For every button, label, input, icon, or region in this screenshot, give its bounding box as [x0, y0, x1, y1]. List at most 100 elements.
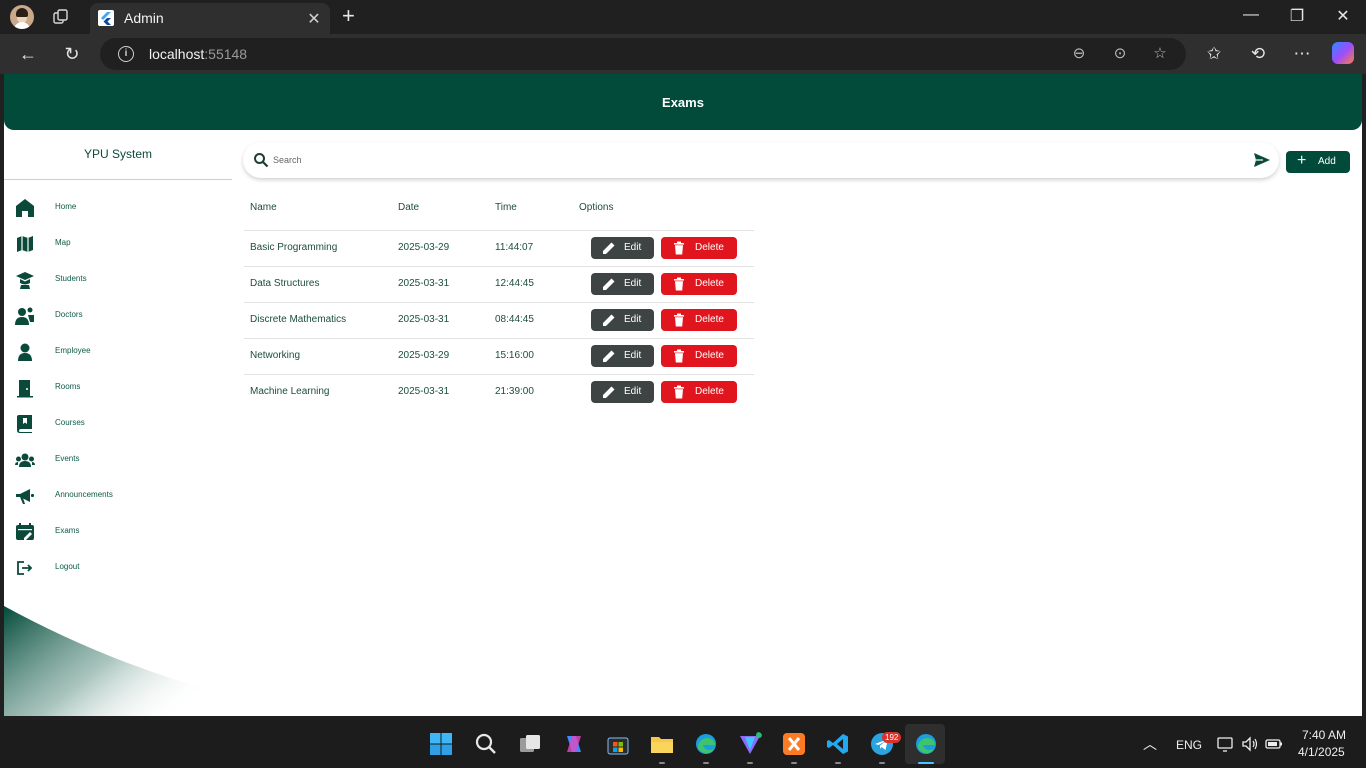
add-button[interactable]: + Add — [1286, 151, 1350, 173]
table-row: Machine Learning 2025-03-31 21:39:00 Edit De… — [244, 374, 754, 410]
xampp-icon[interactable] — [782, 732, 806, 756]
battery-icon[interactable] — [1265, 735, 1283, 753]
refresh-button[interactable]: ↻ — [61, 43, 83, 65]
edit-button-label: Edit — [624, 350, 642, 361]
page-title: Exams — [662, 95, 704, 110]
task-view-icon[interactable] — [518, 732, 542, 756]
flutter-favicon-icon — [98, 10, 114, 26]
pencil-icon — [603, 314, 615, 326]
history-icon[interactable]: ⟲ — [1247, 43, 1269, 65]
sidebar-item-employee[interactable]: Employee — [4, 334, 232, 370]
column-header-date: Date — [398, 202, 420, 213]
table-header: Name Date Time Options — [244, 190, 754, 230]
restore-button[interactable]: ❐ — [1282, 6, 1312, 26]
minimize-button[interactable]: — — [1236, 6, 1266, 24]
start-icon[interactable] — [429, 732, 453, 756]
plus-icon: + — [1297, 152, 1307, 169]
edit-button[interactable]: Edit — [591, 309, 654, 331]
search-taskbar-icon[interactable] — [474, 732, 498, 756]
sidebar-item-rooms[interactable]: Rooms — [4, 370, 232, 406]
search-bar — [243, 142, 1279, 178]
copilot-icon[interactable] — [1332, 42, 1354, 64]
edge-icon[interactable] — [694, 732, 718, 756]
clock-time[interactable]: 7:40 AM — [1302, 728, 1346, 742]
sidebar-item-label: Map — [55, 238, 71, 247]
delete-button[interactable]: Delete — [661, 237, 737, 259]
back-button[interactable]: ← — [17, 43, 39, 65]
running-indicator — [659, 762, 665, 764]
tab-close-icon[interactable]: ✕ — [306, 9, 322, 29]
delete-button[interactable]: Delete — [661, 309, 737, 331]
tray-overflow-icon[interactable]: ︿ — [1143, 734, 1157, 754]
cell-name: Networking — [250, 350, 301, 361]
favorites-icon[interactable]: ✩ — [1203, 43, 1225, 65]
sidebar-item-doctors[interactable]: Doctors — [4, 298, 232, 334]
delete-button[interactable]: Delete — [661, 273, 737, 295]
edit-button[interactable]: Edit — [591, 237, 654, 259]
cell-date: 2025-03-29 — [398, 242, 450, 253]
sidebar-item-label: Courses — [55, 418, 85, 427]
sidebar-item-label: Exams — [55, 526, 80, 535]
edit-button-label: Edit — [624, 242, 642, 253]
file-explorer-icon[interactable] — [650, 732, 674, 756]
new-tab-button[interactable]: + — [342, 5, 355, 27]
search-input[interactable] — [273, 151, 1233, 169]
sidebar-decorative-wave — [4, 606, 232, 716]
url-text[interactable]: localhost:55148 — [149, 46, 247, 62]
app-viewport: Exams YPU System Home Map Students Docto… — [4, 74, 1362, 716]
sidebar-item-exams[interactable]: Exams — [4, 514, 232, 550]
clock-date[interactable]: 4/1/2025 — [1298, 745, 1345, 759]
cell-name: Basic Programming — [250, 242, 338, 253]
more-page-icon[interactable]: ⊙ — [1111, 45, 1129, 63]
browser-tab-strip: Admin ✕ + — ❐ ✕ — [0, 0, 1366, 34]
sidebar-item-students[interactable]: Students — [4, 262, 232, 298]
close-window-button[interactable]: ✕ — [1328, 6, 1358, 26]
copilot-taskbar-icon[interactable] — [562, 732, 586, 756]
sidebar-item-map[interactable]: Map — [4, 226, 232, 262]
edit-button[interactable]: Edit — [591, 381, 654, 403]
edit-button-label: Edit — [624, 314, 642, 325]
settings-more-icon[interactable]: ⋯ — [1291, 43, 1313, 65]
edge-dev-icon[interactable] — [914, 732, 938, 756]
group-icon — [15, 453, 35, 467]
pencil-icon — [603, 278, 615, 290]
delete-button-label: Delete — [695, 242, 724, 253]
sidebar-item-home[interactable]: Home — [4, 190, 232, 226]
network-icon[interactable] — [1217, 735, 1235, 753]
url-bar[interactable]: i localhost:55148 ⊖ ⊙ ☆ — [100, 38, 1186, 70]
vite-icon[interactable] — [738, 732, 762, 756]
site-info-icon[interactable]: i — [118, 46, 134, 62]
tab-admin[interactable]: Admin ✕ — [90, 3, 330, 34]
main-content: + Add Name Date Time Options Basic Progr… — [232, 130, 1362, 716]
sidebar-item-label: Students — [55, 274, 87, 283]
delete-button-label: Delete — [695, 386, 724, 397]
edit-button[interactable]: Edit — [591, 273, 654, 295]
sidebar-item-courses[interactable]: Courses — [4, 406, 232, 442]
send-icon[interactable] — [1253, 151, 1271, 169]
running-indicator — [918, 762, 934, 764]
delete-button[interactable]: Delete — [661, 381, 737, 403]
favorite-star-icon[interactable]: ☆ — [1151, 45, 1169, 63]
sidebar-item-events[interactable]: Events — [4, 442, 232, 478]
zoom-out-icon[interactable]: ⊖ — [1070, 45, 1088, 63]
vscode-icon[interactable] — [826, 732, 850, 756]
brand-title: YPU System — [83, 147, 152, 161]
language-indicator[interactable]: ENG — [1176, 738, 1202, 752]
trash-icon — [674, 313, 684, 327]
sidebar-item-label: Rooms — [55, 382, 81, 391]
delete-button[interactable]: Delete — [661, 345, 737, 367]
cell-time: 15:16:00 — [495, 350, 534, 361]
delete-button-label: Delete — [695, 350, 724, 361]
cell-date: 2025-03-29 — [398, 350, 450, 361]
workspaces-icon[interactable] — [52, 8, 70, 26]
sidebar-item-logout[interactable]: Logout — [4, 550, 232, 586]
store-icon[interactable] — [606, 732, 630, 756]
volume-icon[interactable] — [1241, 735, 1259, 753]
home-icon — [16, 199, 34, 217]
profile-avatar[interactable] — [10, 5, 34, 29]
sidebar-item-label: Events — [55, 454, 80, 463]
sidebar-item-announcements[interactable]: Announcements — [4, 478, 232, 514]
edit-button[interactable]: Edit — [591, 345, 654, 367]
address-toolbar: ← ↻ i localhost:55148 ⊖ ⊙ ☆ ✩ ⟲ ⋯ — [0, 34, 1366, 74]
edit-button-label: Edit — [624, 278, 642, 289]
